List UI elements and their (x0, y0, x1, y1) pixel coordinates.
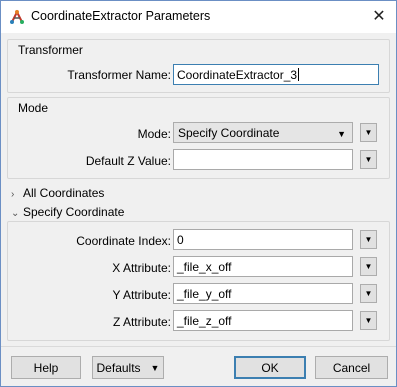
transformer-group-title: Transformer (18, 43, 83, 57)
cancel-button[interactable]: Cancel (315, 356, 388, 379)
help-button[interactable]: Help (11, 356, 81, 379)
z-attribute-input[interactable]: _file_z_off (173, 310, 353, 331)
z-attribute-label: Z Attribute: (112, 315, 171, 329)
coordinate-index-label: Coordinate Index: (76, 234, 171, 248)
mode-group: Mode Mode: Specify Coordinate ▼ ▼ Defaul… (7, 97, 390, 179)
transformer-group: Transformer Transformer Name: Coordinate… (7, 39, 390, 93)
footer-divider (1, 346, 396, 347)
y-attribute-input[interactable]: _file_y_off (173, 283, 353, 304)
y-attribute-label: Y Attribute: (112, 288, 171, 302)
title-bar[interactable]: CoordinateExtractor Parameters ✕ (1, 1, 396, 33)
mode-group-title: Mode (18, 101, 49, 115)
y-attribute-menu-button[interactable]: ▼ (360, 284, 377, 303)
ok-button-label: OK (261, 360, 279, 375)
x-attribute-input[interactable]: _file_x_off (173, 256, 353, 277)
mode-menu-button[interactable]: ▼ (360, 123, 377, 142)
default-z-input[interactable] (173, 149, 353, 170)
all-coordinates-label: All Coordinates (23, 186, 105, 200)
coordinate-index-input[interactable]: 0 (173, 229, 353, 250)
cancel-button-label: Cancel (332, 360, 371, 375)
x-attribute-menu-button[interactable]: ▼ (360, 257, 377, 276)
mode-label: Mode: (137, 127, 171, 141)
chevron-right-icon: › (11, 189, 15, 200)
window-title: CoordinateExtractor Parameters (31, 9, 211, 23)
all-coordinates-section[interactable]: › All Coordinates (11, 186, 104, 200)
transformer-name-input[interactable]: CoordinateExtractor_3 (173, 64, 379, 85)
close-icon[interactable]: ✕ (362, 1, 396, 31)
z-attribute-menu-button[interactable]: ▼ (360, 311, 377, 330)
chevron-down-icon: ⌄ (11, 208, 20, 219)
x-attribute-label: X Attribute: (112, 261, 171, 275)
specify-coordinate-group: Coordinate Index: 0 ▼ X Attribute: _file… (7, 221, 390, 341)
mode-select[interactable]: Specify Coordinate ▼ (173, 122, 353, 143)
chevron-down-icon: ▼ (150, 362, 160, 373)
fme-transformer-icon (10, 9, 24, 24)
default-z-label: Default Z Value: (85, 154, 171, 168)
default-z-menu-button[interactable]: ▼ (360, 150, 377, 169)
ok-button[interactable]: OK (234, 356, 306, 379)
specify-coordinate-label: Specify Coordinate (23, 205, 125, 219)
help-button-label: Help (33, 360, 59, 375)
defaults-button-label: Defaults (96, 360, 141, 375)
dialog-window: CoordinateExtractor Parameters ✕ Transfo… (0, 0, 397, 387)
defaults-button[interactable]: Defaults ▼ (92, 356, 164, 379)
specify-coordinate-section[interactable]: ⌄ Specify Coordinate (11, 205, 124, 219)
chevron-down-icon: ▼ (337, 129, 346, 139)
transformer-name-label: Transformer Name: (67, 68, 171, 82)
coordinate-index-menu-button[interactable]: ▼ (360, 230, 377, 249)
mode-select-value: Specify Coordinate (178, 126, 280, 140)
